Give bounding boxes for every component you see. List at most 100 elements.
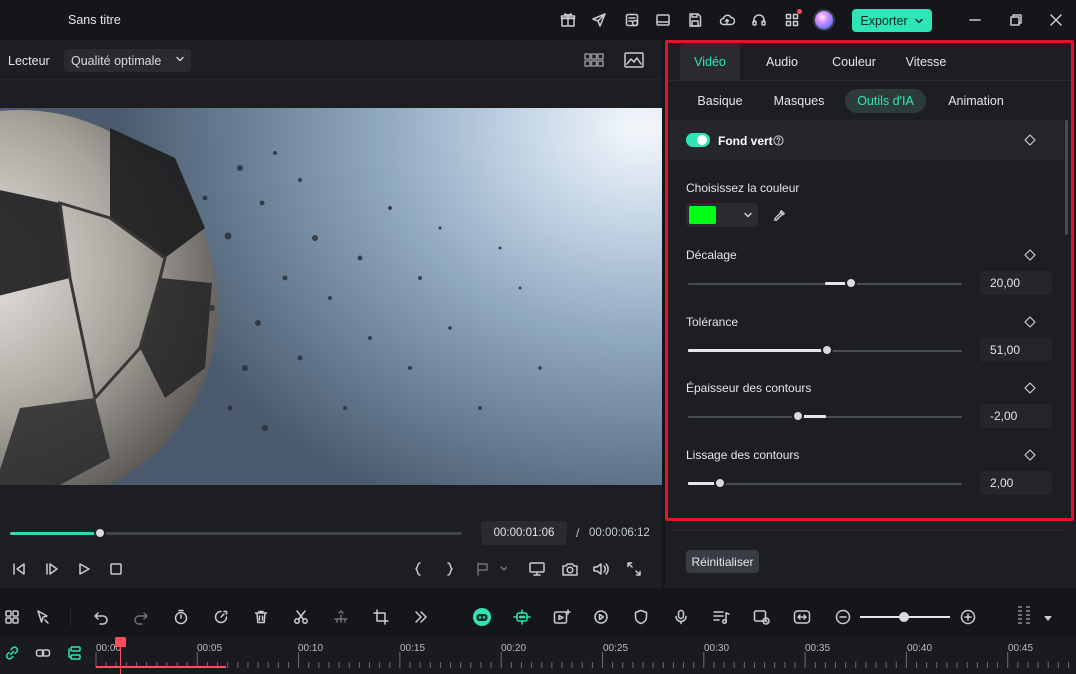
subtab-basique[interactable]: Basique <box>690 89 750 113</box>
zoom-in-icon[interactable] <box>959 608 977 626</box>
close-icon[interactable] <box>1047 11 1065 29</box>
edge-feather-value-input[interactable]: 2,00 <box>980 471 1052 495</box>
mark-out-icon[interactable] <box>441 560 459 578</box>
link-icon[interactable] <box>3 644 21 662</box>
audio-stretch-icon[interactable] <box>332 608 350 626</box>
video-preview[interactable] <box>0 108 662 485</box>
grid-view-icon[interactable] <box>583 51 605 69</box>
edge-feather-slider-handle[interactable] <box>714 477 726 489</box>
current-timecode[interactable]: 00:00:01:06 <box>481 521 567 545</box>
reset-button[interactable]: Réinitialiser <box>686 550 759 573</box>
headset-icon[interactable] <box>750 11 768 29</box>
notification-dot <box>797 9 802 14</box>
subtab-masques[interactable]: Masques <box>766 89 832 113</box>
speed-icon[interactable] <box>212 608 230 626</box>
zoom-out-icon[interactable] <box>834 608 852 626</box>
ruler-label: 00:10 <box>298 643 324 654</box>
redo-icon[interactable] <box>132 608 150 626</box>
camera-icon[interactable] <box>561 560 579 578</box>
tolerance-value-input[interactable]: 51,00 <box>980 338 1052 362</box>
timecode-separator: / <box>576 526 580 540</box>
keyframe-diamond-icon[interactable] <box>1024 382 1036 394</box>
clip-settings-icon[interactable] <box>752 608 772 626</box>
keyframe-diamond-icon[interactable] <box>1024 316 1036 328</box>
tab-video[interactable]: Vidéo <box>680 43 740 80</box>
music-list-icon[interactable] <box>712 608 732 626</box>
minimize-icon[interactable] <box>966 11 984 29</box>
layout-icon[interactable] <box>654 11 672 29</box>
crop-icon[interactable] <box>372 608 390 626</box>
playback-progress-handle[interactable] <box>94 527 106 539</box>
more-tools-icon[interactable] <box>412 608 430 626</box>
playback-progress-fill <box>10 532 100 535</box>
undo-icon[interactable] <box>92 608 110 626</box>
layout-grid-icon[interactable] <box>3 608 21 626</box>
delete-icon[interactable] <box>252 608 270 626</box>
export-button[interactable]: Exporter <box>852 9 932 32</box>
ruler-label: 00:40 <box>907 643 933 654</box>
quality-select[interactable]: Qualité optimale <box>64 49 191 72</box>
tolerance-slider-fill <box>688 349 827 352</box>
offset-value-input[interactable]: 20,00 <box>980 271 1052 295</box>
chevron-down-icon <box>742 209 754 221</box>
fit-width-icon[interactable] <box>792 608 812 626</box>
caret-down-icon[interactable] <box>1042 612 1054 624</box>
clipboard-icon[interactable] <box>623 11 641 29</box>
tolerance-slider-handle[interactable] <box>821 344 833 356</box>
restore-icon[interactable] <box>1007 11 1025 29</box>
edge-thickness-value-input[interactable]: -2,00 <box>980 404 1052 428</box>
ai-robot-icon[interactable] <box>471 606 493 628</box>
edge-feather-slider-track[interactable] <box>688 483 962 485</box>
track-height-icon[interactable] <box>1014 604 1034 628</box>
ruler-ticks <box>95 652 1069 668</box>
subtab-animation[interactable]: Animation <box>940 89 1012 113</box>
toolbar-divider <box>70 608 71 626</box>
toggle-knob <box>697 135 707 145</box>
stop-icon[interactable] <box>107 560 125 578</box>
save-icon[interactable] <box>686 11 704 29</box>
display-icon[interactable] <box>528 560 546 578</box>
tab-audio[interactable]: Audio <box>755 43 809 80</box>
ruler-label: 00:45 <box>1008 643 1034 654</box>
add-media-icon[interactable] <box>552 608 572 626</box>
ai-copilot-icon[interactable] <box>512 608 532 626</box>
gift-icon[interactable] <box>559 11 577 29</box>
previous-frame-icon[interactable] <box>10 560 28 578</box>
marker-flag-icon[interactable] <box>473 560 509 578</box>
playhead-handle[interactable] <box>115 637 126 647</box>
cut-icon[interactable] <box>292 608 310 626</box>
send-icon[interactable] <box>590 11 608 29</box>
avatar[interactable] <box>813 9 835 31</box>
cloud-upload-icon[interactable] <box>718 11 736 29</box>
chain-link-icon[interactable] <box>34 644 52 662</box>
shield-icon[interactable] <box>632 608 650 626</box>
volume-icon[interactable] <box>592 560 610 578</box>
edge-thickness-label: Épaisseur des contours <box>686 381 812 395</box>
clip-play-icon[interactable] <box>592 608 610 626</box>
fullscreen-icon[interactable] <box>625 560 643 578</box>
help-icon[interactable] <box>772 134 784 146</box>
properties-scrollbar[interactable] <box>1065 120 1068 235</box>
tab-vitesse[interactable]: Vitesse <box>898 43 954 80</box>
select-tool-icon[interactable] <box>34 608 52 626</box>
offset-slider-handle[interactable] <box>845 277 857 289</box>
ruler-label: 00:20 <box>501 643 527 654</box>
next-frame-icon[interactable] <box>43 560 61 578</box>
tab-couleur[interactable]: Couleur <box>824 43 884 80</box>
keyframe-diamond-icon[interactable] <box>1024 449 1036 461</box>
microphone-icon[interactable] <box>672 608 690 626</box>
timeline-ruler[interactable] <box>0 636 1076 674</box>
mark-in-icon[interactable] <box>409 560 427 578</box>
edge-thickness-slider-handle[interactable] <box>792 410 804 422</box>
timer-icon[interactable] <box>172 608 190 626</box>
eyedropper-icon[interactable] <box>771 207 787 223</box>
keyframe-diamond-icon[interactable] <box>1024 134 1036 146</box>
playhead-line <box>120 644 121 674</box>
image-icon[interactable] <box>623 51 645 69</box>
keyframe-diamond-icon[interactable] <box>1024 249 1036 261</box>
tolerance-label: Tolérance <box>686 315 739 329</box>
zoom-slider-handle[interactable] <box>899 612 909 622</box>
subtab-outils-ia[interactable]: Outils d'IA <box>845 89 926 113</box>
track-manager-icon[interactable] <box>66 644 84 662</box>
play-icon[interactable] <box>75 560 93 578</box>
